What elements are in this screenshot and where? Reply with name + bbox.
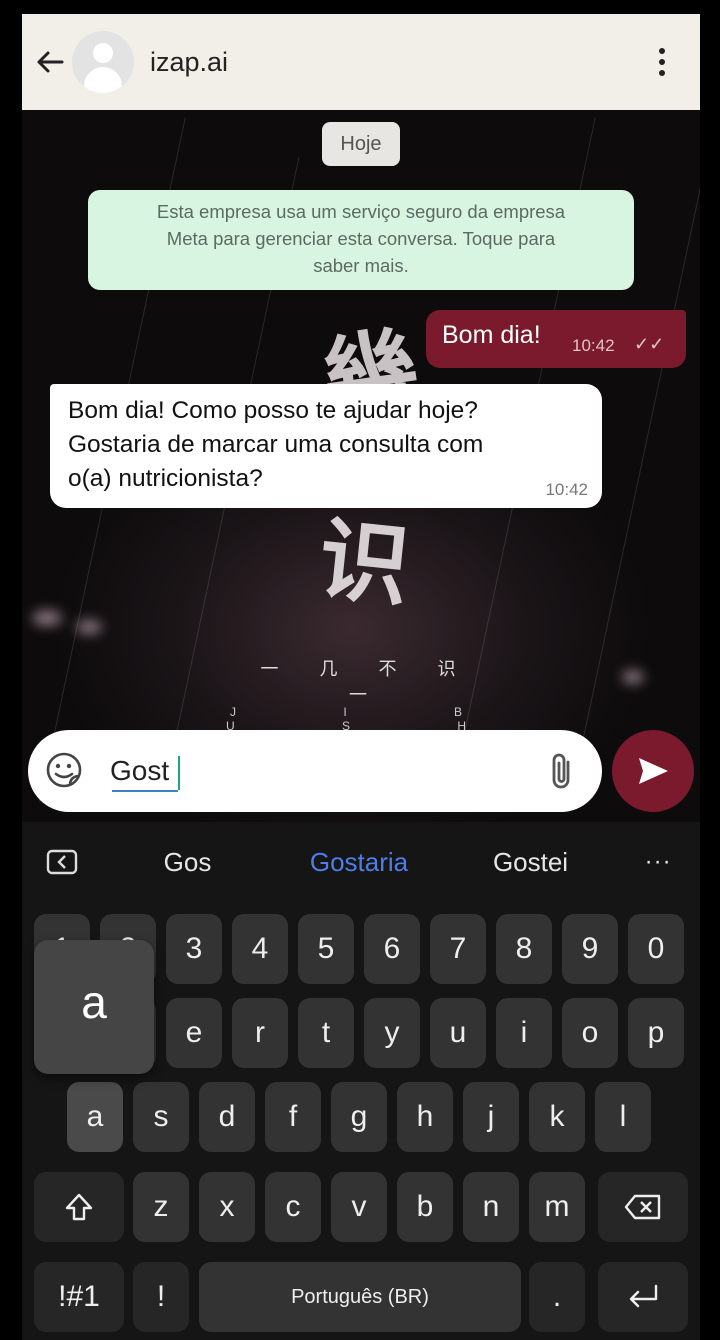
key[interactable]: 0 xyxy=(628,914,684,984)
key[interactable]: v xyxy=(331,1172,387,1242)
key[interactable]: t xyxy=(298,998,354,1068)
more-suggestions-button[interactable]: ··· xyxy=(616,848,700,876)
suggestion-item[interactable]: Gostaria xyxy=(273,847,445,878)
message-outgoing[interactable]: Bom dia! 10:42 ✓✓ xyxy=(426,310,686,368)
dot-icon xyxy=(659,70,665,76)
shift-key[interactable] xyxy=(34,1172,124,1242)
key[interactable]: 5 xyxy=(298,914,354,984)
phone-screen: izap.ai 幾 识 一 几 不 识 一 J I B U S H I Hoje… xyxy=(22,14,700,1340)
message-incoming[interactable]: Bom dia! Como posso te ajudar hoje? Gost… xyxy=(50,384,602,508)
symbols-key[interactable]: !#1 xyxy=(34,1262,124,1332)
suggestion-item[interactable]: Gostei xyxy=(445,847,617,878)
composer xyxy=(28,730,602,812)
autocorrect-underline xyxy=(112,790,178,792)
key[interactable]: 7 xyxy=(430,914,486,984)
suggestion-item[interactable]: Gos xyxy=(102,847,274,878)
enter-icon xyxy=(629,1284,658,1308)
message-input[interactable] xyxy=(110,750,540,792)
wallpaper-glow xyxy=(32,610,62,626)
keyboard-collapse-button[interactable] xyxy=(22,822,102,902)
period-key[interactable]: . xyxy=(529,1262,585,1332)
key[interactable]: j xyxy=(463,1082,519,1152)
key[interactable]: 3 xyxy=(166,914,222,984)
backspace-key[interactable] xyxy=(598,1172,688,1242)
key[interactable]: d xyxy=(199,1082,255,1152)
key[interactable]: o xyxy=(562,998,618,1068)
chat-area[interactable]: 幾 识 一 几 不 识 一 J I B U S H I Hoje Esta em… xyxy=(22,110,700,822)
key[interactable]: r xyxy=(232,998,288,1068)
key[interactable]: z xyxy=(133,1172,189,1242)
wallpaper-glow xyxy=(76,620,102,634)
dot-icon xyxy=(659,48,665,54)
back-button[interactable] xyxy=(22,14,78,110)
key[interactable]: u xyxy=(430,998,486,1068)
send-button[interactable] xyxy=(612,730,694,812)
dot-icon xyxy=(659,59,665,65)
sticker-button[interactable] xyxy=(44,750,84,790)
more-options-button[interactable] xyxy=(642,32,682,92)
arrow-left-icon xyxy=(37,51,64,73)
key[interactable]: x xyxy=(199,1172,255,1242)
avatar-person-body xyxy=(84,67,122,93)
key[interactable]: g xyxy=(331,1082,387,1152)
message-text: Bom dia! xyxy=(442,321,541,349)
double-check-icon: ✓✓ xyxy=(634,334,665,354)
key[interactable]: i xyxy=(496,998,552,1068)
message-time: 10:42 xyxy=(545,480,588,499)
exclamation-key[interactable]: ! xyxy=(133,1262,189,1332)
key[interactable]: 9 xyxy=(562,914,618,984)
key[interactable]: 4 xyxy=(232,914,288,984)
key[interactable]: b xyxy=(397,1172,453,1242)
key[interactable]: f xyxy=(265,1082,321,1152)
wallpaper-caption: 一 几 不 识 一 xyxy=(260,659,474,705)
collapse-keyboard-icon xyxy=(46,849,78,875)
key[interactable]: c xyxy=(265,1172,321,1242)
wallpaper-glow xyxy=(622,670,644,684)
key[interactable]: y xyxy=(364,998,420,1068)
key[interactable]: 6 xyxy=(364,914,420,984)
message-time: 10:42 xyxy=(572,336,615,355)
space-key[interactable]: Português (BR) xyxy=(199,1262,521,1332)
key[interactable]: h xyxy=(397,1082,453,1152)
key[interactable]: n xyxy=(463,1172,519,1242)
date-chip: Hoje xyxy=(322,122,400,166)
key-preview-popup: a xyxy=(34,940,154,1074)
key[interactable]: k xyxy=(529,1082,585,1152)
text-caret xyxy=(178,756,180,790)
key[interactable]: a xyxy=(67,1082,123,1152)
message-text: Bom dia! Como posso te ajudar hoje? Gost… xyxy=(68,397,484,492)
enter-key[interactable] xyxy=(598,1262,688,1332)
send-icon xyxy=(639,758,668,784)
system-message[interactable]: Esta empresa usa um serviço seguro da em… xyxy=(88,190,634,290)
key[interactable]: m xyxy=(529,1172,585,1242)
chat-header: izap.ai xyxy=(22,14,700,110)
paperclip-icon xyxy=(552,753,570,789)
avatar-person-icon xyxy=(93,43,113,63)
keyboard: Gos Gostaria Gostei ··· 1 2 3 4 5 6 7 8 … xyxy=(22,822,700,1340)
key[interactable]: s xyxy=(133,1082,189,1152)
backspace-icon xyxy=(624,1194,661,1220)
key[interactable]: e xyxy=(166,998,222,1068)
suggestion-bar: Gos Gostaria Gostei ··· xyxy=(22,822,700,902)
key[interactable]: l xyxy=(595,1082,651,1152)
shift-icon xyxy=(65,1193,93,1221)
attach-button[interactable] xyxy=(544,750,580,792)
key[interactable]: 8 xyxy=(496,914,552,984)
key[interactable]: p xyxy=(628,998,684,1068)
contact-name[interactable]: izap.ai xyxy=(150,47,642,78)
avatar[interactable] xyxy=(72,31,134,93)
sticker-icon xyxy=(46,752,82,788)
